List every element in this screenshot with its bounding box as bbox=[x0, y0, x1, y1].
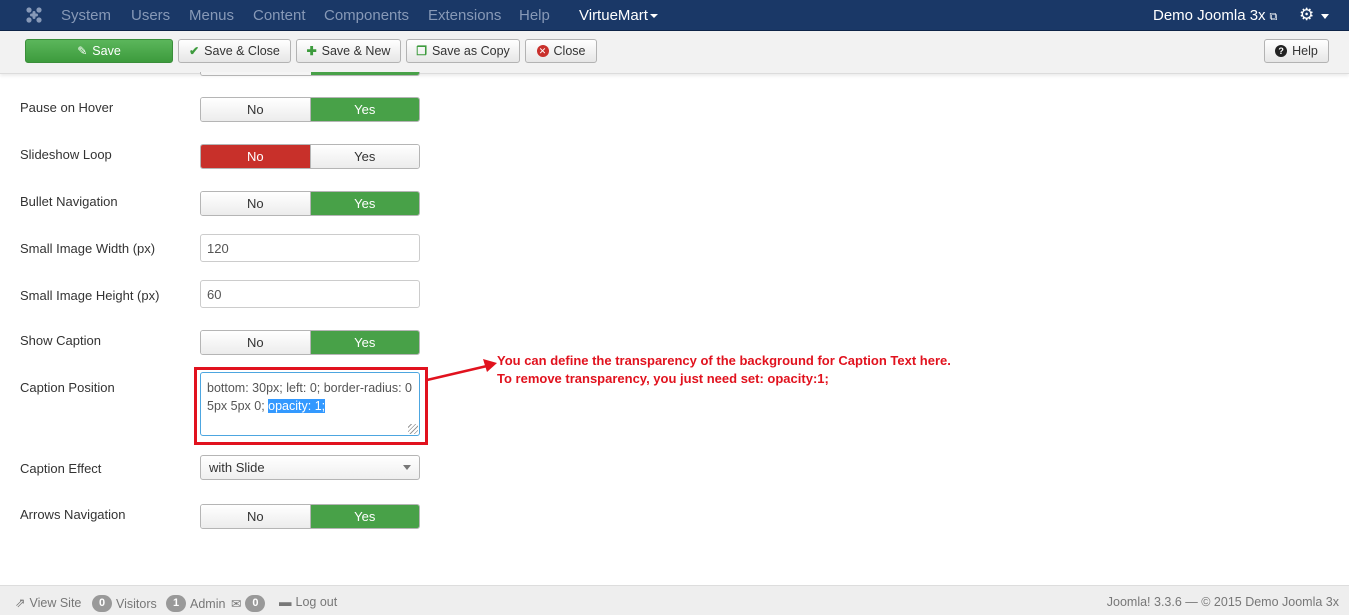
small-image-height-input[interactable]: 60 bbox=[200, 280, 420, 308]
external-link-icon: ⧉ bbox=[1269, 11, 1278, 23]
envelope-icon: ✉ bbox=[231, 597, 242, 611]
save-close-label: Save & Close bbox=[204, 44, 280, 58]
caption-position-textarea[interactable]: bottom: 30px; left: 0; border-radius: 0 … bbox=[200, 372, 420, 436]
help-label: Help bbox=[1292, 44, 1318, 58]
site-link[interactable]: Demo Joomla 3x ⧉ bbox=[1153, 7, 1277, 24]
visitors-label: Visitors bbox=[116, 596, 157, 611]
caption-position-label: Caption Position bbox=[20, 380, 115, 395]
check-icon: ✔ bbox=[189, 44, 200, 58]
save-copy-button[interactable]: ❐ Save as Copy bbox=[406, 39, 520, 63]
bullet-navigation-no[interactable]: No bbox=[201, 192, 310, 215]
chevron-down-icon bbox=[403, 465, 411, 470]
menu-extensions[interactable]: Extensions bbox=[428, 7, 501, 24]
small-image-width-label: Small Image Width (px) bbox=[20, 241, 156, 256]
slideshow-loop-no[interactable]: No bbox=[201, 145, 310, 168]
help-icon: ? bbox=[1275, 45, 1288, 57]
small-image-width-input[interactable]: 120 bbox=[200, 234, 420, 262]
top-navbar: System Users Menus Content Components Ex… bbox=[0, 0, 1349, 31]
bullet-navigation-yes[interactable]: Yes bbox=[309, 192, 419, 215]
pause-on-hover-label: Pause on Hover bbox=[20, 100, 114, 115]
menu-content[interactable]: Content bbox=[253, 7, 306, 24]
resize-grip-icon[interactable] bbox=[408, 424, 418, 434]
admin-label: Admin bbox=[190, 596, 226, 611]
slideshow-loop-label: Slideshow Loop bbox=[20, 147, 112, 162]
view-site-link[interactable]: ⇗ View Site bbox=[15, 595, 82, 611]
logout-link[interactable]: ▬ Log out bbox=[279, 595, 337, 609]
show-caption-label: Show Caption bbox=[20, 333, 101, 348]
toggle-yes-partial[interactable] bbox=[311, 72, 419, 75]
admin-status[interactable]: 1 Admin bbox=[166, 595, 225, 612]
save-close-button[interactable]: ✔ Save & Close bbox=[178, 39, 291, 63]
messages-badge: 0 bbox=[245, 595, 266, 612]
toolbar: ✎ Save ✔ Save & Close ✚ Save & New ❐ Sav… bbox=[0, 31, 1349, 74]
menu-help[interactable]: Help bbox=[519, 7, 550, 24]
copyright-text: Joomla! 3.3.6 — © 2015 Demo Joomla 3x bbox=[1106, 595, 1339, 609]
annotation-line-1: You can define the transparency of the b… bbox=[497, 353, 951, 368]
visitors-badge: 0 bbox=[92, 595, 112, 612]
annotation-line-2: To remove transparency, you just need se… bbox=[497, 371, 829, 386]
show-caption-yes[interactable]: Yes bbox=[309, 331, 419, 354]
messages-status[interactable]: ✉ 0 bbox=[231, 595, 266, 612]
admin-badge: 1 bbox=[166, 595, 186, 612]
caption-effect-label: Caption Effect bbox=[20, 461, 102, 476]
save-button[interactable]: ✎ Save bbox=[25, 39, 173, 63]
save-copy-label: Save as Copy bbox=[431, 44, 510, 58]
show-caption-toggle[interactable]: No Yes bbox=[200, 330, 420, 355]
edit-icon: ✎ bbox=[77, 44, 88, 58]
joomla-logo-icon[interactable] bbox=[25, 6, 43, 24]
arrows-navigation-label: Arrows Navigation bbox=[20, 507, 126, 522]
close-icon: ✕ bbox=[536, 45, 549, 57]
site-label: Demo Joomla 3x bbox=[1153, 7, 1266, 24]
help-button[interactable]: ? Help bbox=[1264, 39, 1329, 63]
save-new-label: Save & New bbox=[321, 44, 391, 58]
save-new-button[interactable]: ✚ Save & New bbox=[296, 39, 401, 63]
caption-effect-select[interactable]: with Slide bbox=[200, 455, 420, 480]
slideshow-loop-toggle[interactable]: No Yes bbox=[200, 144, 420, 169]
bullet-navigation-toggle[interactable]: No Yes bbox=[200, 191, 420, 216]
close-button[interactable]: ✕ Close bbox=[525, 39, 597, 63]
plus-icon: ✚ bbox=[306, 44, 317, 58]
logout-label: Log out bbox=[295, 595, 338, 609]
close-label: Close bbox=[553, 44, 586, 58]
view-site-label: View Site bbox=[29, 595, 82, 610]
chevron-down-icon[interactable] bbox=[1321, 14, 1329, 19]
external-link-icon: ⇗ bbox=[15, 596, 26, 610]
chevron-down-icon bbox=[649, 14, 658, 19]
scrolled-toggle[interactable] bbox=[200, 72, 420, 76]
arrows-navigation-yes[interactable]: Yes bbox=[309, 505, 419, 528]
gear-icon[interactable]: ⚙ bbox=[1299, 5, 1314, 25]
menu-components[interactable]: Components bbox=[324, 7, 409, 24]
pause-on-hover-yes[interactable]: Yes bbox=[309, 98, 419, 121]
show-caption-no[interactable]: No bbox=[201, 331, 310, 354]
arrows-navigation-no[interactable]: No bbox=[201, 505, 310, 528]
menu-system[interactable]: System bbox=[61, 7, 111, 24]
arrows-navigation-toggle[interactable]: No Yes bbox=[200, 504, 420, 529]
pause-on-hover-no[interactable]: No bbox=[201, 98, 310, 121]
slideshow-loop-yes[interactable]: Yes bbox=[309, 145, 419, 168]
small-image-height-label: Small Image Height (px) bbox=[20, 288, 160, 303]
status-footer: ⇗ View Site 0 Visitors 1 Admin ✉ 0 ▬ Log… bbox=[0, 585, 1349, 615]
minus-icon: ▬ bbox=[279, 595, 292, 609]
copy-icon: ❐ bbox=[416, 44, 427, 58]
visitors-status[interactable]: 0 Visitors bbox=[92, 595, 157, 612]
caption-position-selected-text: opacity: 1; bbox=[268, 399, 326, 413]
menu-virtuemart[interactable]: VirtueMart bbox=[579, 7, 658, 24]
annotation-text: You can define the transparency of the b… bbox=[497, 352, 951, 388]
annotation-arrow bbox=[426, 359, 497, 382]
toggle-no-partial[interactable] bbox=[201, 72, 311, 75]
pause-on-hover-toggle[interactable]: No Yes bbox=[200, 97, 420, 122]
save-label: Save bbox=[92, 44, 121, 58]
bullet-navigation-label: Bullet Navigation bbox=[20, 194, 118, 209]
virtuemart-label: VirtueMart bbox=[579, 7, 648, 24]
menu-menus[interactable]: Menus bbox=[189, 7, 234, 24]
menu-users[interactable]: Users bbox=[131, 7, 170, 24]
caption-effect-value: with Slide bbox=[209, 460, 265, 475]
